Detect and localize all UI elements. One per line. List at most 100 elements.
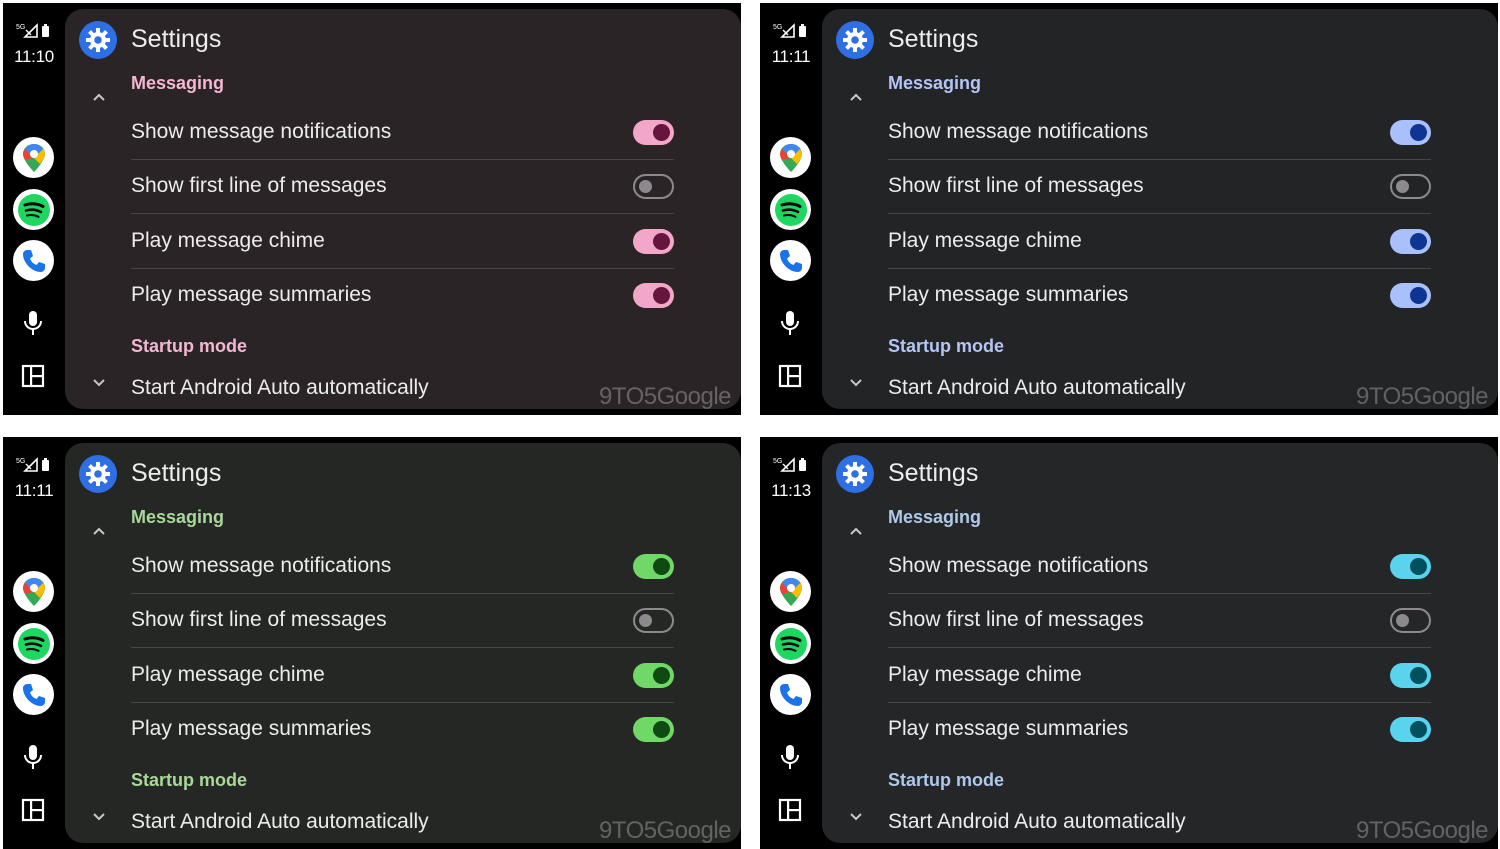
setting-label: Play message chime [131, 663, 325, 686]
dashboard-icon[interactable] [776, 362, 804, 390]
setting-label: Play message summaries [888, 283, 1129, 306]
setting-label: Play message summaries [888, 717, 1129, 740]
chevron-up-icon[interactable] [89, 87, 109, 107]
spotify-icon[interactable] [13, 623, 54, 664]
toggle-switch[interactable] [1390, 173, 1431, 199]
chevron-up-icon[interactable] [89, 521, 109, 541]
chevron-down-icon[interactable] [89, 373, 109, 393]
setting-row[interactable]: Play message summaries [888, 702, 1431, 756]
microphone-icon[interactable] [776, 743, 804, 771]
section-header-messaging: Messaging [888, 507, 982, 527]
signal-battery-icon: 5G [16, 457, 49, 472]
setting-row[interactable]: Show first line of messages [888, 593, 1431, 647]
setting-row[interactable]: Play message chime [888, 214, 1431, 268]
phone-icon[interactable] [770, 674, 811, 715]
setting-row[interactable]: Show message notifications [888, 539, 1431, 593]
watermark: 9TO5Google [599, 383, 731, 409]
chevron-down-icon[interactable] [846, 807, 866, 827]
navigation-rail: 5G 11:10 [3, 3, 65, 415]
microphone-icon[interactable] [19, 743, 47, 771]
page-title: Settings [131, 459, 222, 487]
chevron-up-icon[interactable] [846, 521, 866, 541]
microphone-icon[interactable] [776, 309, 804, 337]
settings-card: Settings Messaging Show message notifica… [65, 443, 741, 843]
setting-row[interactable]: Play message summaries [131, 268, 674, 322]
toggle-switch[interactable] [1390, 607, 1431, 633]
toggle-knob [1396, 179, 1409, 193]
toggle-knob [1396, 613, 1409, 627]
setting-label: Show first line of messages [888, 608, 1144, 631]
toggle-knob [639, 179, 652, 193]
dashboard-icon[interactable] [19, 796, 47, 824]
status-clock: 11:11 [771, 47, 811, 66]
watermark: 9TO5Google [599, 817, 731, 843]
toggle-switch[interactable] [633, 173, 674, 199]
toggle-knob [653, 286, 670, 304]
setting-row-startup[interactable]: Start Android Auto automatically [888, 368, 1431, 408]
toggle-switch[interactable] [633, 228, 674, 254]
toggle-switch[interactable] [1390, 228, 1431, 254]
chevron-down-icon[interactable] [89, 807, 109, 827]
google-maps-icon[interactable] [13, 137, 54, 178]
setting-row-startup[interactable]: Start Android Auto automatically [888, 802, 1431, 842]
chevron-up-icon[interactable] [846, 87, 866, 107]
settings-card: Settings Messaging Show message notifica… [822, 443, 1498, 843]
toggle-switch[interactable] [633, 282, 674, 308]
status-bar: 5G [15, 21, 59, 39]
section-header-startup: Startup mode [888, 336, 1005, 356]
setting-row[interactable]: Play message summaries [131, 702, 674, 756]
chevron-down-icon[interactable] [846, 373, 866, 393]
toggle-switch[interactable] [633, 607, 674, 633]
toggle-switch[interactable] [1390, 282, 1431, 308]
spotify-icon[interactable] [770, 189, 811, 230]
spotify-icon[interactable] [770, 623, 811, 664]
setting-row[interactable]: Show first line of messages [888, 159, 1431, 213]
dashboard-icon[interactable] [776, 796, 804, 824]
setting-label: Play message chime [888, 663, 1082, 686]
toggle-switch[interactable] [633, 553, 674, 579]
setting-label: Play message chime [888, 229, 1082, 252]
setting-row-startup[interactable]: Start Android Auto automatically [131, 368, 674, 408]
network-type-label: 5G [16, 458, 25, 465]
setting-label: Show message notifications [131, 120, 392, 143]
toggle-switch[interactable] [1390, 553, 1431, 579]
page-title: Settings [888, 459, 979, 487]
setting-row-startup[interactable]: Start Android Auto automatically [131, 802, 674, 842]
setting-row[interactable]: Play message chime [131, 648, 674, 702]
phone-icon[interactable] [13, 674, 54, 715]
toggle-switch[interactable] [1390, 662, 1431, 688]
setting-row[interactable]: Show message notifications [131, 105, 674, 159]
phone-icon[interactable] [13, 240, 54, 281]
phone-icon[interactable] [770, 240, 811, 281]
google-maps-icon[interactable] [770, 571, 811, 612]
toggle-switch[interactable] [1390, 716, 1431, 742]
google-maps-icon[interactable] [13, 571, 54, 612]
microphone-icon[interactable] [19, 309, 47, 337]
google-maps-icon[interactable] [770, 137, 811, 178]
spotify-icon[interactable] [13, 189, 54, 230]
setting-row[interactable]: Play message chime [131, 214, 674, 268]
toggle-switch[interactable] [633, 716, 674, 742]
toggle-knob [653, 557, 670, 575]
toggle-knob [1410, 666, 1427, 684]
watermark: 9TO5Google [1356, 817, 1488, 843]
setting-row[interactable]: Show message notifications [131, 539, 674, 593]
setting-label: Start Android Auto automatically [131, 376, 429, 399]
network-type-label: 5G [773, 458, 782, 465]
section-header-messaging: Messaging [131, 73, 225, 93]
toggle-switch[interactable] [633, 119, 674, 145]
toggle-switch[interactable] [633, 662, 674, 688]
status-bar: 5G [772, 455, 816, 473]
watermark: 9TO5Google [1356, 383, 1488, 409]
setting-row[interactable]: Show message notifications [888, 105, 1431, 159]
setting-row[interactable]: Play message summaries [888, 268, 1431, 322]
setting-row[interactable]: Show first line of messages [131, 159, 674, 213]
setting-row[interactable]: Play message chime [888, 648, 1431, 702]
dashboard-icon[interactable] [19, 362, 47, 390]
toggle-switch[interactable] [1390, 119, 1431, 145]
settings-card: Settings Messaging Show message notifica… [822, 9, 1498, 409]
setting-label: Start Android Auto automatically [888, 376, 1186, 399]
setting-label: Start Android Auto automatically [888, 810, 1186, 833]
toggle-knob [1410, 232, 1427, 250]
setting-row[interactable]: Show first line of messages [131, 593, 674, 647]
